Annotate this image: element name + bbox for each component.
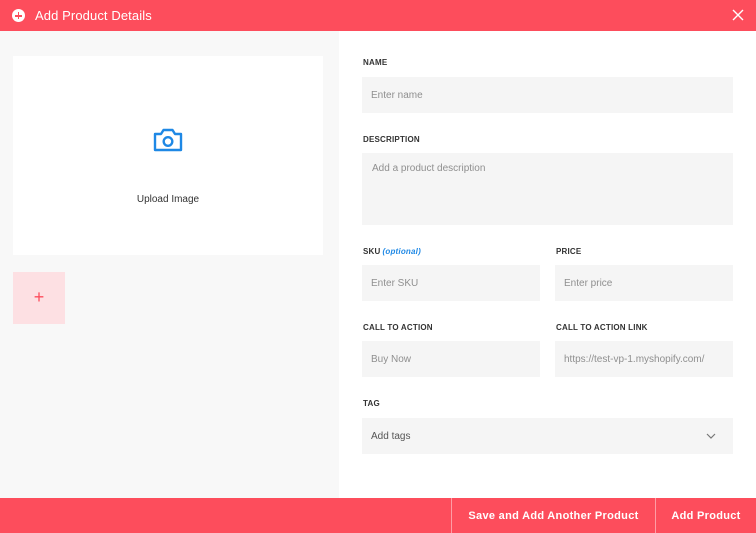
tag-select[interactable]: Add tags [362,418,733,454]
description-textarea[interactable] [362,153,733,225]
name-label: NAME [363,58,388,67]
cta-link-label: CALL TO ACTION LINK [556,323,648,332]
cta-input[interactable] [362,341,540,377]
cta-label: CALL TO ACTION [363,323,433,332]
price-input[interactable] [555,265,733,301]
plus-circle-icon [12,9,25,22]
sku-input[interactable] [362,265,540,301]
add-image-button[interactable]: + [13,272,65,324]
image-panel: Upload Image + [0,31,339,498]
modal-footer: Save and Add Another Product Add Product [0,498,756,533]
chevron-down-icon [706,433,716,439]
close-icon[interactable] [731,8,745,22]
sku-label-text: SKU [363,247,381,256]
camera-icon [153,128,183,152]
description-label: DESCRIPTION [363,135,420,144]
add-product-button[interactable]: Add Product [655,498,756,533]
sku-optional-tag: (optional) [382,247,421,256]
save-and-add-another-button[interactable]: Save and Add Another Product [451,498,655,533]
modal-header: Add Product Details [0,0,756,31]
tag-select-value: Add tags [371,430,411,442]
cta-link-input[interactable] [555,341,733,377]
price-label: PRICE [556,247,582,256]
modal-title: Add Product Details [35,8,152,23]
upload-image-dropzone[interactable]: Upload Image [13,56,323,255]
sku-label: SKU (optional) [363,247,421,256]
product-form: NAME DESCRIPTION SKU(optional) PRICE CAL… [339,31,756,498]
upload-image-label: Upload Image [136,194,200,205]
plus-icon: + [33,287,45,307]
tag-label: TAG [363,399,380,408]
name-input[interactable] [362,77,733,113]
